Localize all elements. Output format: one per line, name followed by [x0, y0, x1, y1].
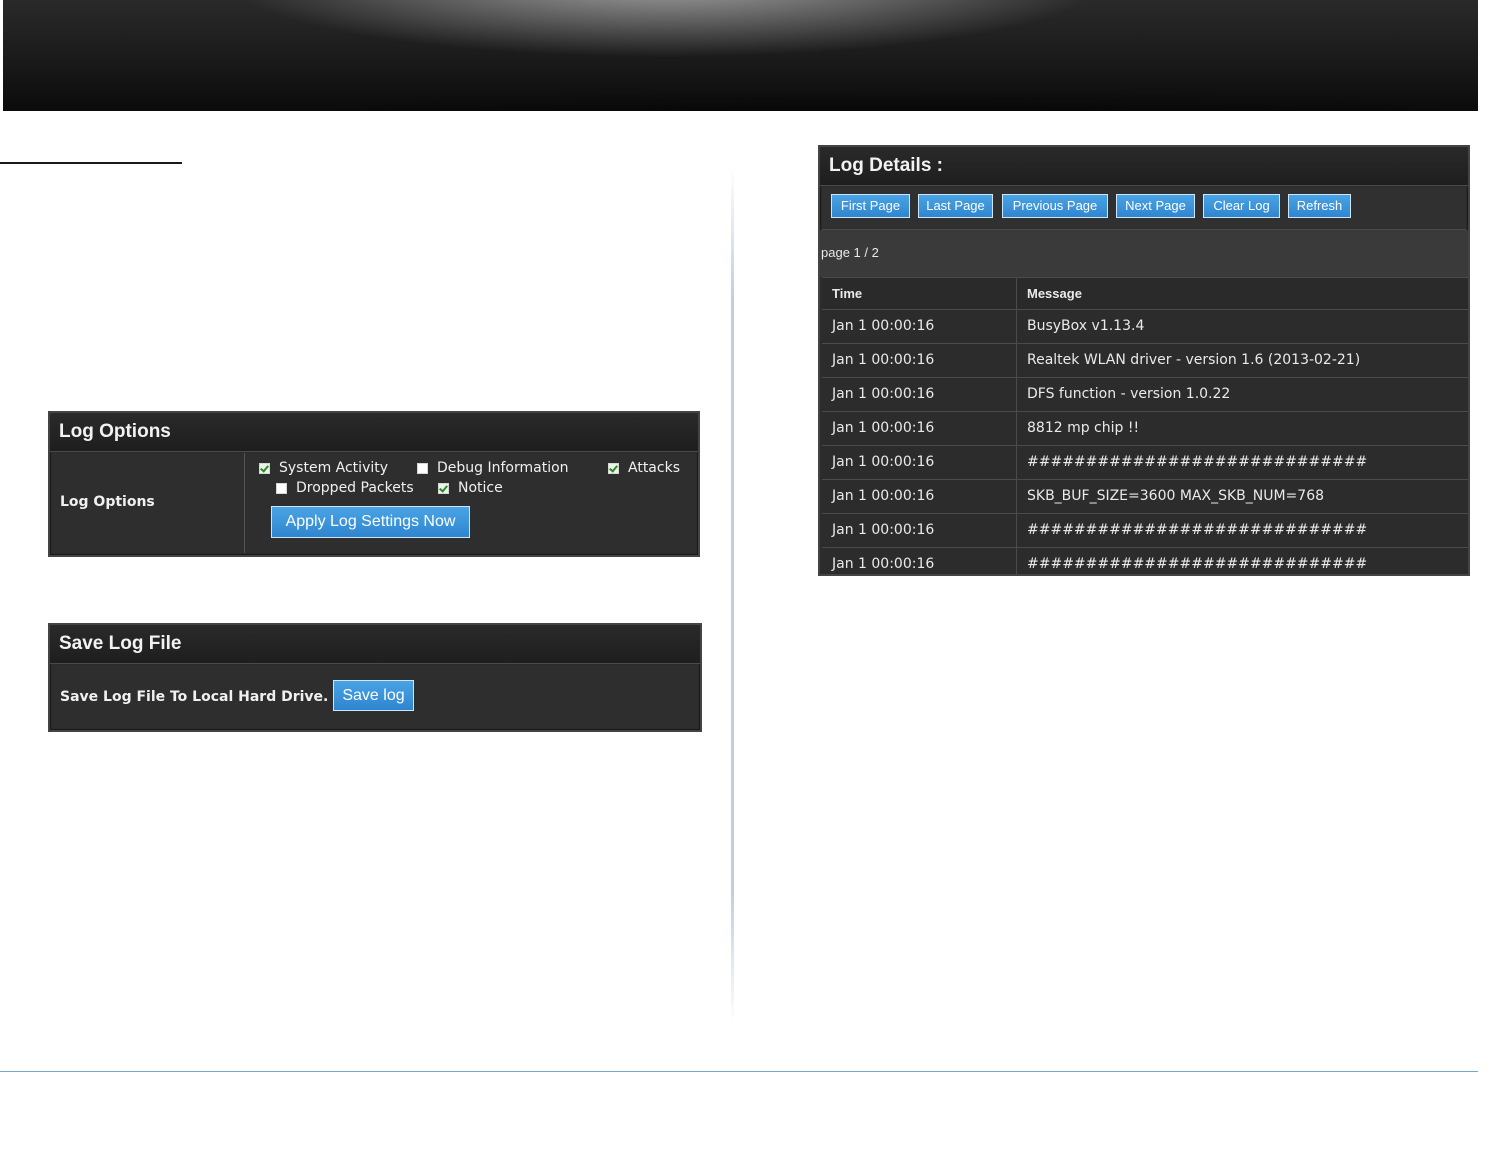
table-row: Jan 1 00:00:16 BusyBox v1.13.4 — [822, 309, 1468, 344]
log-options-row: Log Options System Activity Debug Inform… — [52, 453, 696, 553]
refresh-button[interactable]: Refresh — [1288, 194, 1351, 218]
option-dropped-packets[interactable]: Dropped Packets — [276, 480, 414, 496]
clear-log-button[interactable]: Clear Log — [1203, 194, 1280, 218]
page-indicator-row: page 1 / 2 — [820, 230, 1468, 277]
header-banner — [3, 0, 1478, 111]
table-header-row: Time Message — [822, 277, 1468, 310]
message-column-header: Message — [1027, 286, 1082, 301]
log-details-header: Log Details : — [820, 147, 1468, 186]
row-separator — [244, 453, 245, 553]
next-page-button[interactable]: Next Page — [1116, 194, 1195, 218]
time-column-header: Time — [832, 286, 863, 301]
table-row: Jan 1 00:00:16 #########################… — [822, 513, 1468, 548]
log-toolbar: First Page Last Page Previous Page Next … — [822, 187, 1466, 230]
attacks-checkbox[interactable] — [608, 462, 619, 474]
notice-checkbox[interactable] — [438, 482, 449, 494]
table-row: Jan 1 00:00:16 8812 mp chip !! — [822, 411, 1468, 446]
debug-information-checkbox[interactable] — [417, 462, 428, 474]
page-indicator: page 1 / 2 — [821, 245, 879, 260]
save-log-label: Save Log File To Local Hard Drive. — [60, 689, 329, 705]
option-notice[interactable]: Notice — [438, 480, 503, 496]
log-details-panel: Log Details : First Page Last Page Previ… — [818, 145, 1470, 576]
option-system-activity[interactable]: System Activity — [259, 460, 388, 476]
last-page-button[interactable]: Last Page — [918, 194, 993, 218]
section-title-rule — [0, 162, 182, 164]
log-options-header: Log Options — [50, 413, 698, 452]
table-row: Jan 1 00:00:16 #########################… — [822, 547, 1468, 574]
save-log-row: Save Log File To Local Hard Drive. Save … — [52, 665, 698, 728]
apply-log-settings-button[interactable]: Apply Log Settings Now — [271, 506, 470, 538]
save-log-panel: Save Log File Save Log File To Local Har… — [48, 623, 702, 732]
table-row: Jan 1 00:00:16 DFS function - version 1.… — [822, 377, 1468, 412]
previous-page-button[interactable]: Previous Page — [1002, 194, 1108, 218]
dropped-packets-checkbox[interactable] — [276, 482, 287, 494]
table-row: Jan 1 00:00:16 #########################… — [822, 445, 1468, 480]
save-log-button[interactable]: Save log — [333, 680, 414, 711]
save-log-header: Save Log File — [50, 625, 700, 664]
table-row: Jan 1 00:00:16 SKB_BUF_SIZE=3600 MAX_SKB… — [822, 479, 1468, 514]
option-attacks[interactable]: Attacks — [608, 460, 680, 476]
footer-rule — [0, 1071, 1478, 1072]
first-page-button[interactable]: First Page — [831, 194, 910, 218]
option-debug-information[interactable]: Debug Information — [417, 460, 569, 476]
system-activity-checkbox[interactable] — [259, 462, 270, 474]
log-table: Time Message Jan 1 00:00:16 BusyBox v1.1… — [820, 277, 1468, 574]
table-row: Jan 1 00:00:16 Realtek WLAN driver - ver… — [822, 343, 1468, 378]
log-options-row-label: Log Options — [60, 494, 155, 510]
column-divider — [731, 168, 734, 1023]
log-options-panel: Log Options Log Options System Activity … — [48, 411, 700, 557]
